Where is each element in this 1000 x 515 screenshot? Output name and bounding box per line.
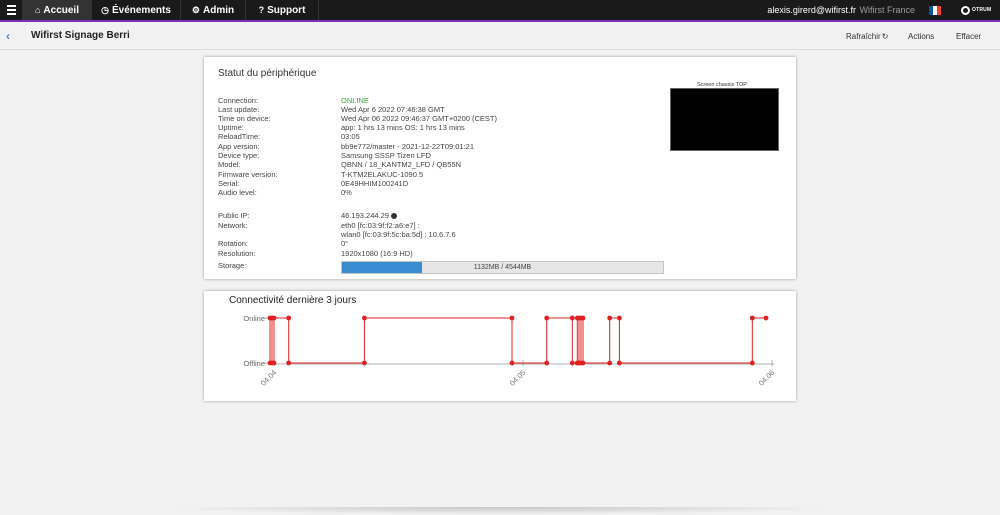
connectivity-point <box>607 315 613 321</box>
connectivity-point <box>607 360 613 366</box>
connectivity-point <box>544 315 550 321</box>
connectivity-point <box>271 360 277 366</box>
y-tick-label: Online <box>243 314 265 323</box>
page-header: ‹ Wifirst Signage Berri Rafraîchir↻ Acti… <box>0 24 1000 50</box>
connectivity-point <box>763 315 769 321</box>
connectivity-point <box>271 315 277 321</box>
footer-shadow <box>150 507 850 515</box>
nav-item-support[interactable]: ? Support <box>246 0 318 20</box>
connectivity-line <box>269 317 766 364</box>
connectivity-point <box>286 315 292 321</box>
connectivity-chart: Offline Online 04.04 04.05 04.06 <box>243 314 776 388</box>
x-tick-label: 04.04 <box>259 368 279 388</box>
chart-series <box>269 317 766 364</box>
gears-icon: ⚙ <box>191 5 200 15</box>
connectivity-point <box>569 360 575 366</box>
flag-stripe-red <box>937 6 941 15</box>
language-flag-icon[interactable] <box>929 6 941 15</box>
logo-ring-icon <box>961 5 970 15</box>
connectivity-point <box>509 360 515 366</box>
nav-item-evenements[interactable]: ◷ Événements <box>92 0 180 20</box>
x-tick-label: 04.06 <box>757 368 777 388</box>
chart-points <box>267 315 769 366</box>
y-tick-label: Offline <box>243 359 265 368</box>
connectivity-point <box>617 315 622 321</box>
chart-axes: Offline Online 04.04 04.05 04.06 <box>243 314 776 388</box>
back-chevron-icon[interactable]: ‹ <box>6 29 16 43</box>
nav-item-admin[interactable]: ⚙ Admin <box>181 0 245 20</box>
connectivity-point <box>749 360 755 366</box>
connectivity-point <box>580 360 586 366</box>
otrum-logo: OTRUM <box>961 5 991 15</box>
x-tick-label: 04.05 <box>508 368 528 388</box>
connectivity-point <box>362 315 367 321</box>
connection-status: ONLINE <box>341 96 369 105</box>
connectivity-point <box>544 360 550 366</box>
connectivity-point <box>509 315 515 321</box>
screen-capture[interactable] <box>670 88 779 151</box>
refresh-button[interactable]: Rafraîchir↻ <box>846 32 888 41</box>
connectivity-point <box>362 360 367 366</box>
globe-icon[interactable] <box>390 212 397 219</box>
user-email[interactable]: alexis.girerd@wifirst.fr <box>767 0 856 20</box>
connectivity-point <box>749 315 755 321</box>
card-title: Statut du périphérique <box>218 68 317 79</box>
actions-button[interactable]: Actions <box>908 32 934 41</box>
home-icon: ⌂ <box>34 5 41 15</box>
storage-bar: 1132MB / 4544MB <box>341 261 664 274</box>
clock-icon: ◷ <box>101 5 109 15</box>
top-navbar: ⌂ Accueil ◷ Événements ⚙ Admin ? Support ale… <box>0 0 1000 22</box>
connectivity-card: Connectivité dernière 3 jours Offline Onl… <box>204 291 796 401</box>
connectivity-point <box>617 360 622 366</box>
nav-item-accueil[interactable]: ⌂ Accueil <box>23 0 91 20</box>
organization-name[interactable]: Wifirst France <box>859 0 915 20</box>
nav-separator <box>318 0 319 20</box>
menu-icon[interactable] <box>0 0 22 20</box>
connectivity-point <box>569 315 575 321</box>
page-title: Wifirst Signage Berri <box>31 30 130 41</box>
connectivity-point <box>580 315 586 321</box>
clear-button[interactable]: Effacer <box>956 32 981 41</box>
refresh-icon: ↻ <box>881 32 889 41</box>
connectivity-point <box>286 360 292 366</box>
device-status-card: Statut du périphérique Connection: ONLINE… <box>204 57 796 279</box>
help-icon: ? <box>258 5 265 15</box>
storage-text: 1132MB / 4544MB <box>473 264 532 271</box>
